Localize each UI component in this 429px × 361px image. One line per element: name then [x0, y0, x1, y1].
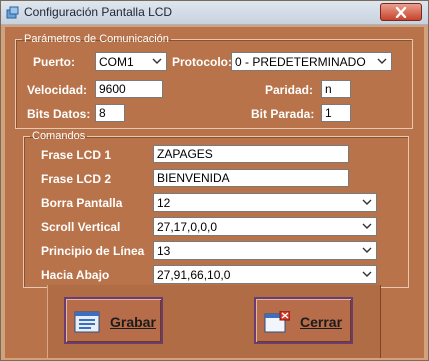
close-icon: [395, 7, 407, 18]
protocolo-select[interactable]: 0 - PREDETERMINADO: [231, 52, 392, 71]
comm-legend: Parámetros de Comunicación: [24, 33, 169, 45]
principio-label: Principio de Línea: [41, 244, 145, 258]
cerrar-label: Cerrar: [300, 314, 343, 330]
puerto-select[interactable]: COM1: [95, 52, 167, 71]
title-bar: Configuración Pantalla LCD: [1, 1, 428, 25]
velocidad-label: Velocidad:: [27, 83, 88, 97]
app-icon: [5, 5, 20, 20]
frase2-field[interactable]: BIENVENIDA: [153, 169, 349, 187]
grabar-button[interactable]: Grabar: [64, 297, 163, 344]
client-area: Parámetros de Comunicación Puerto: COM1 …: [5, 27, 424, 358]
borra-select[interactable]: 12: [153, 193, 377, 212]
commands-legend: Comandos: [32, 130, 86, 142]
grabar-label: Grabar: [110, 314, 156, 330]
chevron-down-icon[interactable]: [359, 219, 375, 234]
chevron-down-icon[interactable]: [359, 243, 375, 258]
frase1-label: Frase LCD 1: [41, 148, 112, 162]
bit-parada-field[interactable]: 1: [321, 104, 351, 122]
frase2-label: Frase LCD 2: [41, 172, 112, 186]
chevron-down-icon[interactable]: [359, 267, 375, 282]
config-window: Configuración Pantalla LCD Parámetros de…: [0, 0, 429, 361]
abajo-label: Hacia Abajo: [41, 268, 110, 282]
borra-label: Borra Pantalla: [41, 196, 123, 210]
bit-parada-label: Bit Parada:: [251, 107, 315, 121]
window-close-button[interactable]: [380, 3, 422, 21]
chevron-down-icon[interactable]: [149, 54, 165, 69]
frase1-field[interactable]: ZAPAGES: [153, 145, 349, 163]
scroll-select[interactable]: 27,17,0,0,0: [153, 217, 377, 236]
bits-datos-field[interactable]: 8: [95, 104, 125, 122]
form-icon: [74, 311, 100, 333]
protocolo-label: Protocolo:: [172, 55, 232, 69]
abajo-select[interactable]: 27,91,66,10,0: [153, 265, 377, 284]
puerto-label: Puerto:: [33, 55, 75, 69]
chevron-down-icon[interactable]: [359, 195, 375, 210]
window-title: Configuración Pantalla LCD: [24, 5, 173, 19]
chevron-down-icon[interactable]: [374, 54, 390, 69]
principio-select[interactable]: 13: [153, 241, 377, 260]
button-panel: Grabar Cerrar: [47, 285, 381, 358]
cerrar-button[interactable]: Cerrar: [254, 297, 353, 344]
velocidad-field[interactable]: 9600: [95, 80, 163, 98]
scroll-label: Scroll Vertical: [41, 220, 121, 234]
close-window-icon: [264, 310, 291, 333]
bits-datos-label: Bits Datos:: [27, 107, 91, 121]
paridad-label: Paridad:: [265, 83, 314, 97]
paridad-field[interactable]: n: [321, 80, 351, 98]
